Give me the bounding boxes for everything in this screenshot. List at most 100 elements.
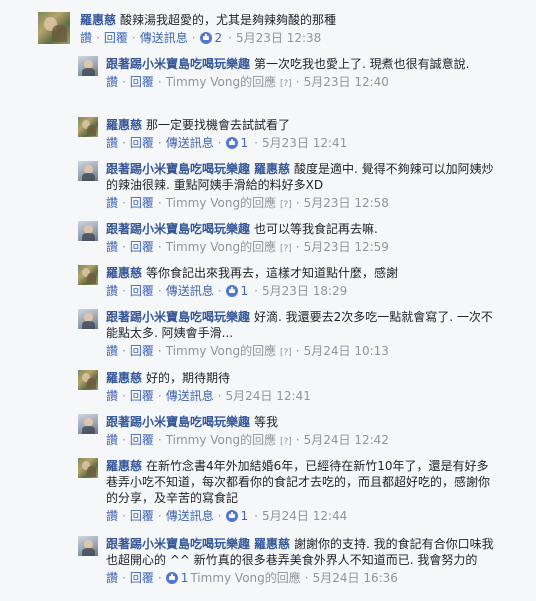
reply-meta: Timmy Vong的回應	[165, 75, 277, 89]
author-name[interactable]: 羅惠慈	[106, 266, 142, 280]
reply-meta: Timmy Vong的回應	[165, 196, 277, 210]
tagged-user[interactable]: 羅惠慈	[254, 162, 290, 176]
like-link[interactable]: 讚	[106, 284, 118, 298]
like-link[interactable]: 讚	[106, 344, 118, 358]
timestamp[interactable]: 5月23日 12:40	[304, 75, 389, 89]
timestamp[interactable]: 5月23日 12:41	[262, 136, 347, 150]
timestamp[interactable]: 5月24日 12:44	[262, 509, 347, 523]
author-name[interactable]: 羅惠慈	[106, 118, 142, 132]
comment-text: 酸辣湯我超愛的，尤其是夠辣夠酸的那種	[120, 13, 337, 27]
reply-link[interactable]: 回覆	[130, 75, 154, 89]
send-message-link[interactable]: 傳送訊息	[166, 389, 214, 403]
author-name[interactable]: 跟著踢小米寶島吃喝玩樂趣	[106, 162, 250, 176]
reply-link[interactable]: 回覆	[104, 31, 128, 45]
timestamp[interactable]: 5月24日 12:42	[304, 433, 389, 447]
like-count[interactable]: 2	[215, 31, 223, 45]
timestamp[interactable]: 5月24日 16:36	[313, 571, 398, 585]
like-icon[interactable]	[199, 32, 212, 44]
like-count[interactable]: 1	[241, 509, 249, 523]
avatar[interactable]	[38, 12, 70, 44]
like-link[interactable]: 讚	[106, 571, 118, 585]
like-link[interactable]: 讚	[106, 240, 118, 254]
avatar[interactable]	[78, 309, 98, 329]
comment-text: 等你食記出來我再去，這樣才知道點什麼，感謝	[146, 266, 399, 280]
reply-link[interactable]: 回覆	[130, 344, 154, 358]
author-name[interactable]: 跟著踢小米寶島吃喝玩樂趣	[106, 310, 250, 324]
reply-link[interactable]: 回覆	[130, 136, 154, 150]
author-name[interactable]: 跟著踢小米寶島吃喝玩樂趣	[106, 222, 250, 236]
like-icon[interactable]	[225, 137, 238, 149]
edited-marker[interactable]: [?]	[280, 200, 292, 210]
author-name[interactable]: 跟著踢小米寶島吃喝玩樂趣	[106, 57, 250, 71]
like-icon[interactable]	[165, 572, 178, 584]
comment-actions: 讚 · 回覆 · 1 Timmy Vong的回應 · 5月24日 16:36	[106, 571, 398, 585]
reply-link[interactable]: 回覆	[130, 284, 154, 298]
author-name[interactable]: 跟著踢小米寶島吃喝玩樂趣	[106, 415, 250, 429]
reply-link[interactable]: 回覆	[130, 571, 154, 585]
like-link[interactable]: 讚	[106, 389, 118, 403]
comment-text: 好的，期待期待	[146, 371, 231, 385]
author-name[interactable]: 羅惠慈	[106, 459, 142, 473]
timestamp[interactable]: 5月23日 18:29	[262, 284, 347, 298]
like-link[interactable]: 讚	[106, 75, 118, 89]
send-message-link[interactable]: 傳送訊息	[166, 136, 214, 150]
timestamp[interactable]: 5月24日 12:41	[226, 389, 311, 403]
reply-meta: Timmy Vong的回應	[165, 433, 277, 447]
reply-link[interactable]: 回覆	[130, 196, 154, 210]
like-link[interactable]: 讚	[80, 31, 92, 45]
comment-actions: 讚 · 回覆 · 傳送訊息 · 1 · 5月23日 18:29	[106, 284, 348, 298]
comment-body: 羅惠慈 那一定要找機會去試試看了 讚 · 回覆 · 傳送訊息 · 1 · 5月23日 12:41	[106, 117, 496, 151]
like-link[interactable]: 讚	[106, 136, 118, 150]
avatar[interactable]	[78, 370, 98, 390]
reply-meta: Timmy Vong的回應	[165, 344, 277, 358]
like-icon[interactable]	[225, 285, 238, 297]
send-message-link[interactable]: 傳送訊息	[166, 509, 214, 523]
send-message-link[interactable]: 傳送訊息	[140, 31, 188, 45]
edited-marker[interactable]: [?]	[280, 244, 292, 254]
like-count[interactable]: 1	[241, 284, 249, 298]
comment-actions: 讚 · 回覆 · 傳送訊息 · 1 · 5月24日 12:44	[106, 509, 348, 523]
timestamp[interactable]: 5月23日 12:38	[236, 31, 321, 45]
reply-link[interactable]: 回覆	[130, 389, 154, 403]
timestamp[interactable]: 5月23日 12:58	[304, 196, 389, 210]
edited-marker[interactable]: [?]	[280, 437, 292, 447]
like-link[interactable]: 讚	[106, 509, 118, 523]
comment-actions: 讚 · 回覆 · Timmy Vong的回應 [?] · 5月23日 12:40	[106, 75, 389, 89]
edited-marker[interactable]: [?]	[280, 348, 292, 358]
edited-marker[interactable]: [?]	[280, 79, 292, 89]
tagged-user[interactable]: 羅惠慈	[254, 537, 290, 551]
comment-text: 那一定要找機會去試試看了	[146, 118, 291, 132]
comment-actions: 讚 · 回覆 · 傳送訊息 · 2 · 5月23日 12:38	[80, 31, 322, 45]
comment-body: 羅惠慈 等你食記出來我再去，這樣才知道點什麼，感謝 讚 · 回覆 · 傳送訊息 · 1 · 5月2…	[106, 265, 496, 299]
author-name[interactable]: 羅惠慈	[80, 13, 116, 27]
send-message-link[interactable]: 傳送訊息	[166, 284, 214, 298]
like-icon[interactable]	[225, 510, 238, 522]
comment-body: 跟著踢小米寶島吃喝玩樂趣 也可以等我食記再去嘛. 讚 · 回覆 · Timmy Vong的…	[106, 221, 496, 257]
comment-text: 第一次吃我也愛上了. 現煮也很有誠意說.	[254, 57, 470, 71]
reply-link[interactable]: 回覆	[130, 509, 154, 523]
like-count[interactable]: 1	[181, 571, 189, 585]
avatar[interactable]	[78, 221, 98, 241]
comment-actions: 讚 · 回覆 · Timmy Vong的回應 [?] · 5月24日 10:13	[106, 344, 389, 358]
avatar[interactable]	[78, 536, 98, 556]
comment-actions: 讚 · 回覆 · 傳送訊息 · 5月24日 12:41	[106, 389, 311, 403]
like-link[interactable]: 讚	[106, 433, 118, 447]
comment-text: 在新竹念書4年外加結婚6年，已經待在新竹10年了，還是有好多巷弄小吃不知道，每次…	[106, 459, 491, 505]
avatar[interactable]	[78, 56, 98, 76]
comment-text: 也可以等我食記再去嘛.	[254, 222, 378, 236]
timestamp[interactable]: 5月24日 10:13	[304, 344, 389, 358]
avatar[interactable]	[78, 265, 98, 285]
like-count[interactable]: 1	[241, 136, 249, 150]
avatar[interactable]	[78, 414, 98, 434]
author-name[interactable]: 跟著踢小米寶島吃喝玩樂趣	[106, 537, 250, 551]
avatar[interactable]	[78, 161, 98, 181]
reply-link[interactable]: 回覆	[130, 240, 154, 254]
comment-body: 跟著踢小米寶島吃喝玩樂趣 好滴. 我還要去2次多吃一點就會寫了. 一次不能點太多.…	[106, 309, 496, 361]
avatar[interactable]	[78, 458, 98, 478]
reply-link[interactable]: 回覆	[130, 433, 154, 447]
avatar[interactable]	[78, 117, 98, 137]
author-name[interactable]: 羅惠慈	[106, 371, 142, 385]
like-link[interactable]: 讚	[106, 196, 118, 210]
timestamp[interactable]: 5月23日 12:59	[304, 240, 389, 254]
comment-body: 羅惠慈 好的，期待期待 讚 · 回覆 · 傳送訊息 · 5月24日 12:41	[106, 370, 496, 404]
